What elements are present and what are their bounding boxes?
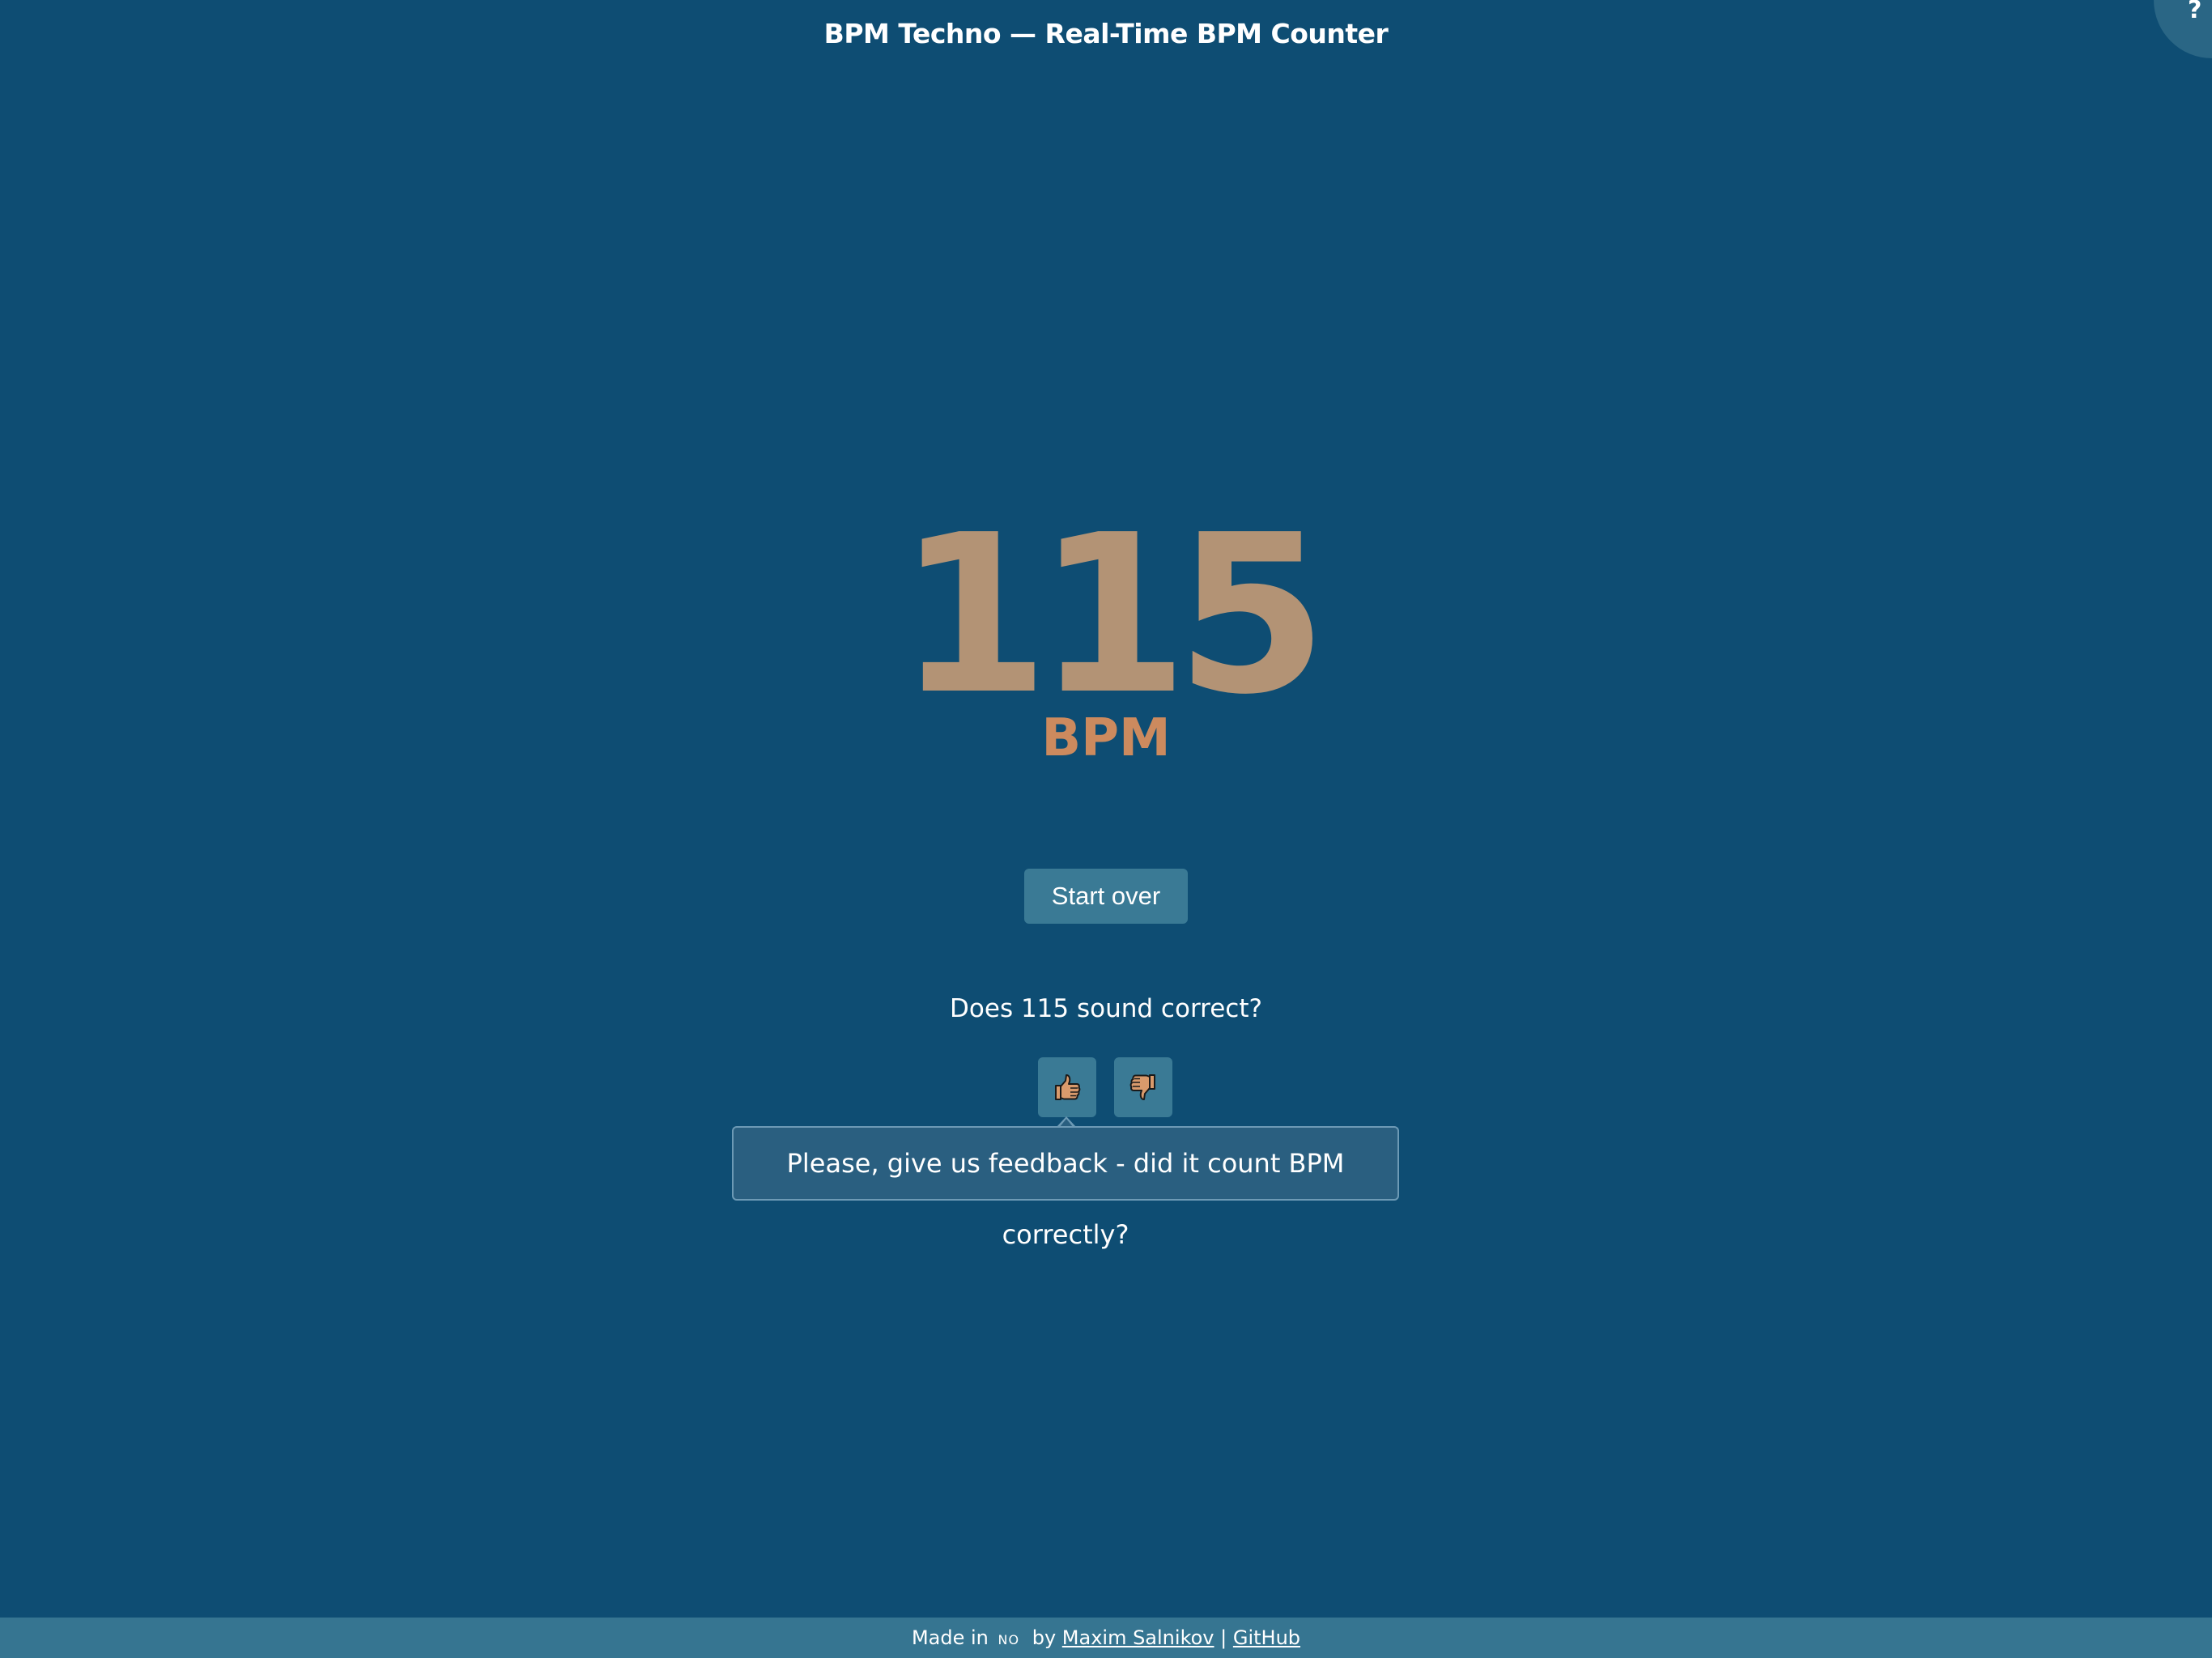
feedback-tooltip: Please, give us feedback - did it count … bbox=[732, 1126, 1399, 1250]
start-over-button[interactable]: Start over bbox=[1024, 869, 1188, 924]
author-link[interactable]: Maxim Salnikov bbox=[1062, 1626, 1214, 1649]
thumbs-down-icon bbox=[1129, 1074, 1155, 1100]
page-title: BPM Techno — Real-Time BPM Counter bbox=[823, 18, 1389, 49]
app-page: BPM Techno — Real-Time BPM Counter ? 115… bbox=[0, 0, 2212, 1658]
footer: Made in NO by Maxim Salnikov | GitHub bbox=[0, 1618, 2212, 1658]
help-icon: ? bbox=[2188, 0, 2202, 24]
help-button[interactable]: ? bbox=[2154, 0, 2212, 58]
bpm-value: 115 bbox=[897, 487, 1328, 742]
thumbs-up-button[interactable] bbox=[1038, 1057, 1096, 1117]
thumbs-up-icon bbox=[1055, 1074, 1081, 1100]
bpm-unit-label: BPM bbox=[1041, 708, 1171, 768]
norway-flag-icon: NO bbox=[998, 1632, 1020, 1647]
thumbs-down-button[interactable] bbox=[1114, 1057, 1172, 1117]
feedback-question: Does 115 sound correct? bbox=[950, 994, 1262, 1023]
footer-made-in: Made in bbox=[911, 1626, 989, 1649]
footer-by: by bbox=[1032, 1626, 1057, 1649]
footer-separator: | bbox=[1220, 1626, 1227, 1649]
github-link[interactable]: GitHub bbox=[1233, 1626, 1300, 1649]
